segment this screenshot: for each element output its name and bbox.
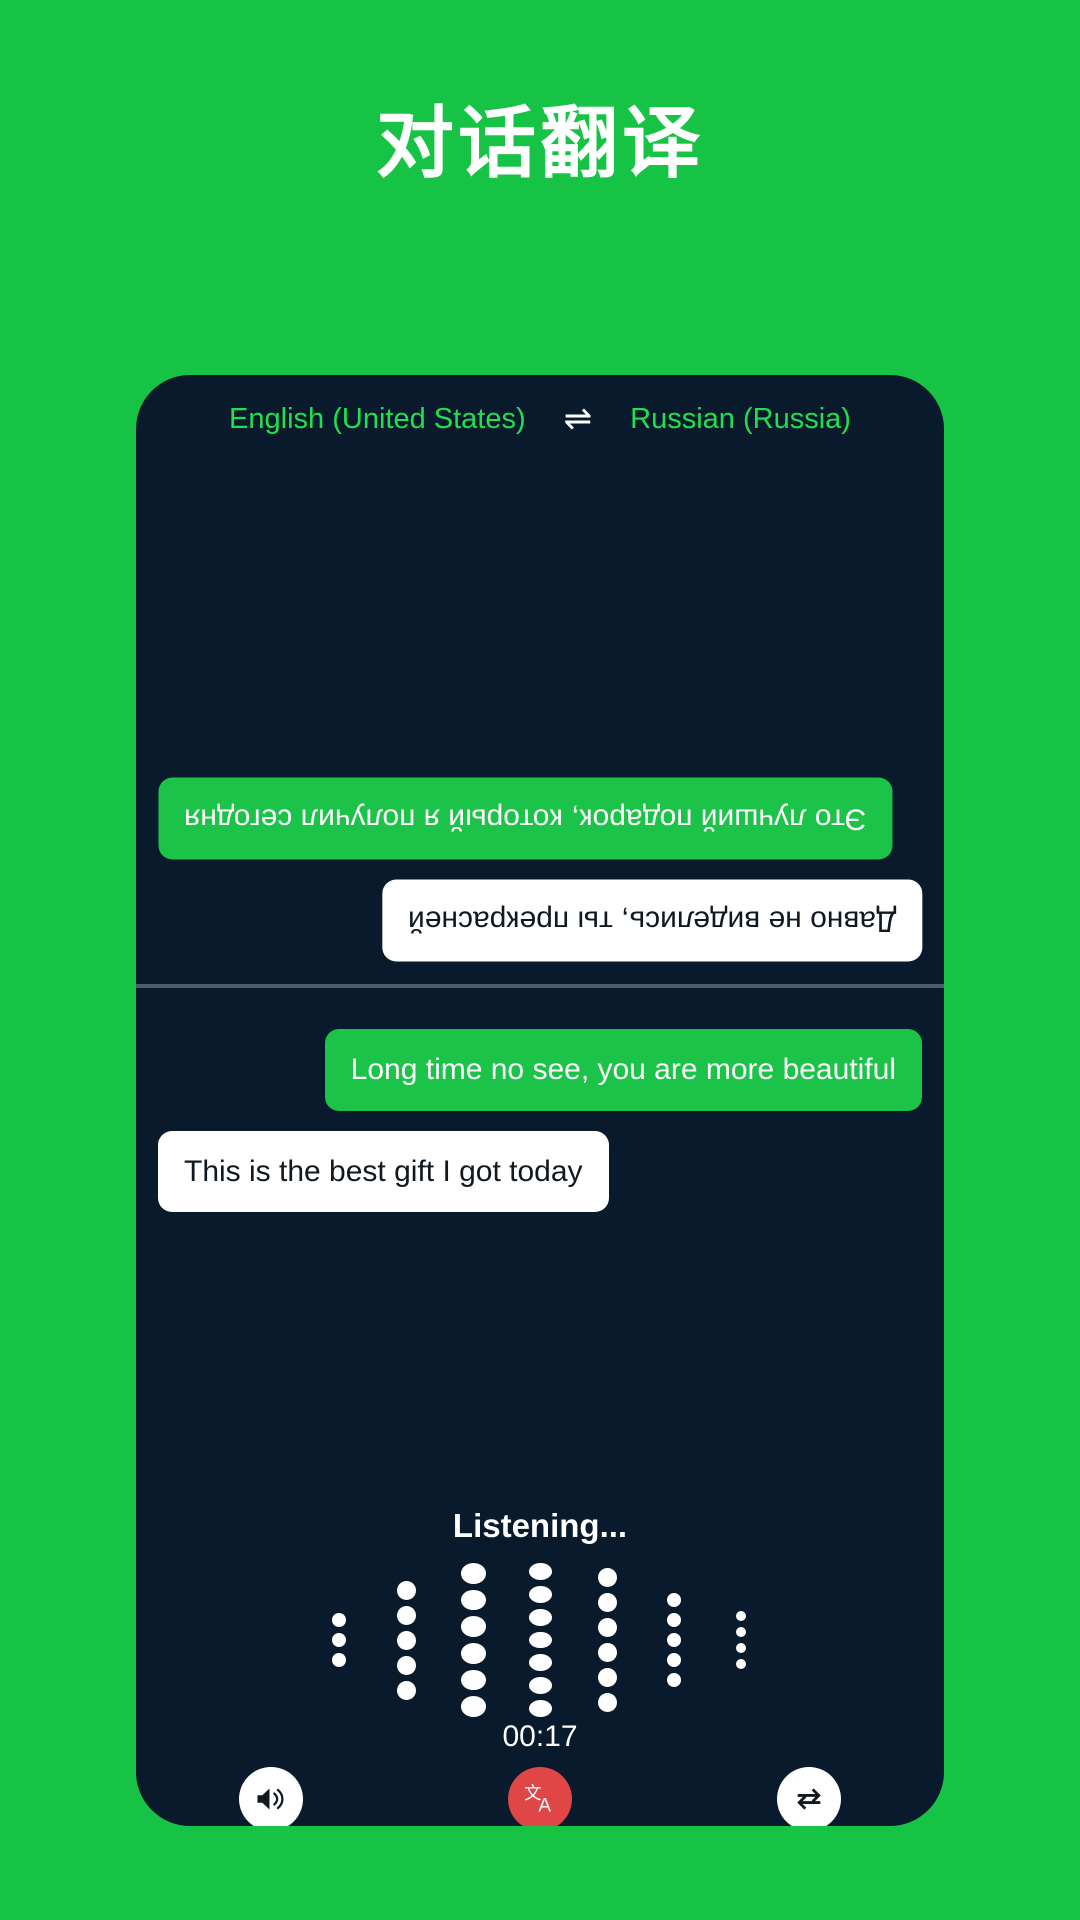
waveform-dot [396,1605,416,1625]
message-bubble[interactable]: Long time no see, you are more beautiful [324,1029,922,1111]
message-row: Long time no see, you are more beautiful [158,1029,922,1111]
swap-repeat-icon[interactable] [777,1767,842,1826]
svg-text:A: A [538,1796,551,1817]
speaker-button[interactable]: Speaker is on [151,1767,391,1826]
waveform-dot [396,1580,416,1600]
waveform-dot [597,1593,617,1612]
waveform-dot [528,1563,552,1580]
waveform-dot [528,1654,552,1672]
waveform-dot [736,1643,746,1653]
waveform-dot [460,1562,486,1584]
swap-languages-icon[interactable]: ⇌ [564,402,593,436]
waveform-dot [332,1653,346,1667]
waveform-dot [528,1608,552,1626]
audio-waveform [136,1560,944,1720]
waveform-dot [736,1611,746,1621]
waveform-dot [597,1618,617,1637]
message-row: Это лучший подарок, который я получил се… [158,778,922,860]
waveform-dot [667,1633,681,1647]
waveform-dot [528,1585,552,1603]
page-title: 对话翻译 [375,99,704,187]
waveform-dot [597,1668,617,1687]
waveform-column [440,1560,507,1720]
waveform-dot [396,1630,416,1650]
waveform-dot [460,1696,486,1718]
waveform-dot [597,1693,617,1712]
waveform-dot [736,1627,746,1637]
waveform-column [507,1560,574,1720]
waveform-dot [736,1659,746,1669]
message-row: Давно не виделись, ты прекрасней [158,879,922,961]
translate-icon[interactable]: 文 A [507,1767,572,1826]
waveform-column [373,1560,440,1720]
waveform-dot [597,1568,617,1587]
conversation-pane-bottom: Long time no see, you are more beautiful… [136,989,944,1479]
waveform-dot [396,1680,416,1700]
waveform-dot [460,1643,486,1664]
listening-status-label: Listening... [452,1507,628,1544]
waveform-column [574,1560,641,1720]
pane-divider [136,984,944,988]
message-bubble[interactable]: Это лучший подарок, который я получил се… [158,778,893,860]
waveform-dot [528,1700,552,1718]
waveform-dot [667,1673,681,1687]
waveform-column [306,1560,373,1720]
message-bubble[interactable]: This is the best gift I got today [158,1130,609,1212]
toggle-button[interactable]: Toggle [689,1767,929,1826]
control-bar: Speaker is on 文 A Quit Toggle [136,1767,944,1826]
waveform-column [641,1560,708,1720]
message-row: This is the best gift I got today [158,1130,922,1212]
waveform-dot [528,1631,552,1649]
waveform-dot [332,1613,346,1627]
quit-button[interactable]: 文 A Quit [420,1767,660,1826]
waveform-dot [460,1669,486,1691]
waveform-dot [460,1616,486,1637]
waveform-dot [528,1677,552,1695]
waveform-dot [667,1653,681,1667]
waveform-column [708,1560,775,1720]
target-language-selector[interactable]: Russian (Russia) [630,403,851,436]
waveform-dot [667,1593,681,1607]
phone-panel: English (United States) ⇌ Russian (Russi… [136,375,944,1826]
conversation-pane-top: Это лучший подарок, который я получил се… [136,471,944,983]
source-language-selector[interactable]: English (United States) [229,403,526,436]
waveform-dot [597,1643,617,1662]
waveform-dot [396,1655,416,1675]
waveform-dot [332,1633,346,1647]
waveform-dot [667,1613,681,1627]
message-bubble[interactable]: Давно не виделись, ты прекрасней [381,879,922,961]
waveform-dot [460,1589,486,1611]
speaker-on-icon[interactable] [238,1767,303,1826]
recording-timer: 00:17 [502,1720,578,1753]
language-bar: English (United States) ⇌ Russian (Russi… [136,402,944,436]
